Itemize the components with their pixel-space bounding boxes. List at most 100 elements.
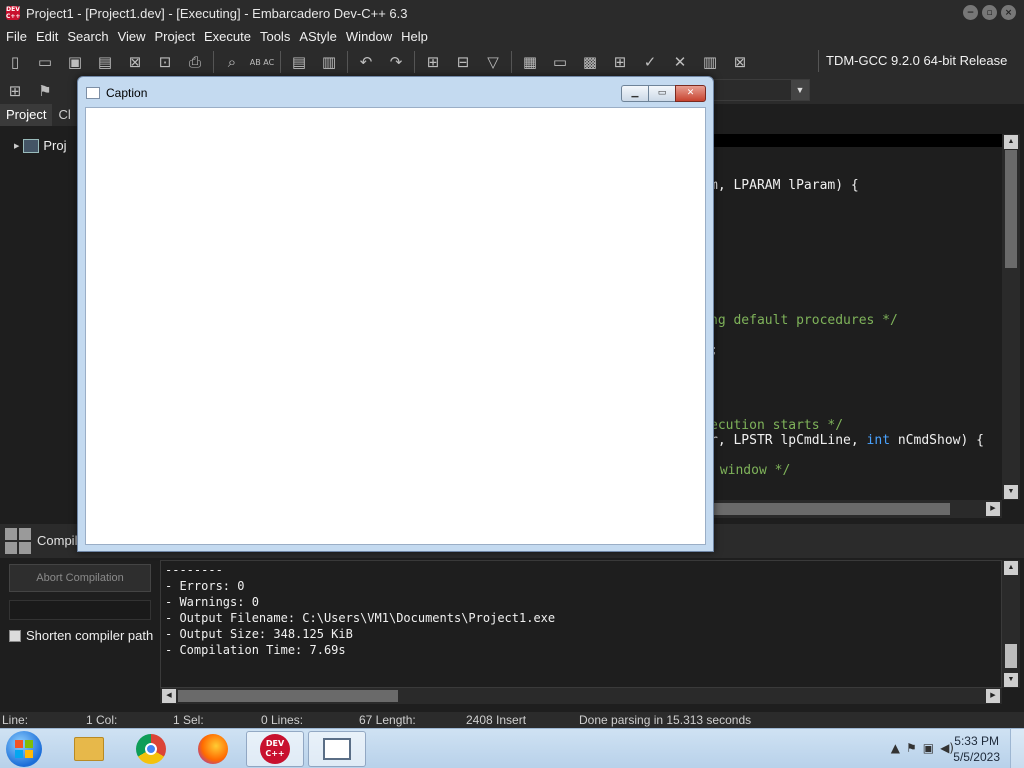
profile-icon[interactable]: ▥ <box>697 50 723 74</box>
indent-icon[interactable]: ▤ <box>286 50 312 74</box>
log-horizontal-scrollbar[interactable]: ◀ ▶ <box>160 688 1002 704</box>
shorten-compiler-path-label: Shorten compiler path <box>26 628 154 643</box>
toolbar-separator <box>280 51 281 73</box>
toolbar-separator <box>347 51 348 73</box>
scroll-right-icon[interactable]: ▶ <box>986 502 1000 516</box>
close-file-icon[interactable]: ⊠ <box>122 50 148 74</box>
scroll-thumb[interactable] <box>1005 150 1017 268</box>
start-button[interactable] <box>6 731 42 767</box>
compile-run-icon[interactable]: ▩ <box>577 50 603 74</box>
compile-icon[interactable]: ▦ <box>517 50 543 74</box>
window-title: Project1 - [Project1.dev] - [Executing] … <box>26 5 408 21</box>
find-icon[interactable]: ⌕ <box>219 50 245 74</box>
tab-project[interactable]: Project <box>0 104 53 126</box>
status-message: Done parsing in 15.313 seconds <box>579 713 752 727</box>
compile-log[interactable]: -------- - Errors: 0 - Warnings: 0 - Out… <box>160 560 1002 688</box>
abort-compilation-button[interactable]: Abort Compilation <box>9 564 151 592</box>
new-file-icon[interactable]: ▯ <box>2 50 28 74</box>
menu-edit[interactable]: Edit <box>35 29 66 44</box>
scroll-up-icon[interactable]: ▲ <box>1004 561 1018 575</box>
save-all-icon[interactable]: ▤ <box>92 50 118 74</box>
show-hidden-icons-icon[interactable]: ▲ <box>891 741 900 755</box>
abort-icon[interactable]: ✕ <box>667 50 693 74</box>
editor-vertical-scrollbar[interactable]: ▲ ▼ <box>1002 134 1020 500</box>
goto-icon[interactable]: ⊞ <box>2 79 28 103</box>
menu-astyle[interactable]: AStyle <box>298 29 345 44</box>
unindent-icon[interactable]: ▥ <box>316 50 342 74</box>
scroll-thumb[interactable] <box>1005 644 1017 668</box>
run-icon[interactable]: ▭ <box>547 50 573 74</box>
code-keyword: int <box>866 433 891 448</box>
taskbar-explorer[interactable] <box>60 731 118 767</box>
taskbar-devcpp[interactable]: DEV C++ <box>246 731 304 767</box>
window-icon <box>86 87 100 99</box>
checkbox-icon[interactable] <box>9 629 21 642</box>
caption-window[interactable]: Caption ▁ ▭ ✕ <box>77 76 714 552</box>
menu-tools[interactable]: Tools <box>259 29 298 44</box>
new-project-icon[interactable]: ⊞ <box>420 50 446 74</box>
save-icon[interactable]: ▣ <box>62 50 88 74</box>
menu-window[interactable]: Window <box>345 29 400 44</box>
taskbar: DEV C++ ▲ ⚑ ▣ ◀) 5:33 PM 5/5/2023 <box>0 728 1024 768</box>
minimize-icon[interactable]: ▁ <box>621 85 648 102</box>
print-icon[interactable]: ⎙ <box>182 50 208 74</box>
scroll-right-icon[interactable]: ▶ <box>986 689 1000 703</box>
log-line: - Compilation Time: 7.69s <box>165 643 346 657</box>
compile-log-tab[interactable]: Compil <box>37 533 77 548</box>
devcpp-app-icon: DEV C++ <box>6 6 21 20</box>
expand-arrow-icon[interactable]: ▶ <box>14 142 19 150</box>
status-bar: Line: 1 Col: 1 Sel: 0 Lines: 67 Length: … <box>0 712 1024 728</box>
close-all-icon[interactable]: ⊡ <box>152 50 178 74</box>
maximize-icon[interactable]: ▭ <box>648 85 675 102</box>
scroll-thumb[interactable] <box>178 690 398 702</box>
compiler-select[interactable]: TDM-GCC 9.2.0 64-bit Release <box>818 50 1018 72</box>
scroll-left-icon[interactable]: ◀ <box>162 689 176 703</box>
close-icon[interactable]: × <box>1001 5 1016 20</box>
rebuild-all-icon[interactable]: ⊞ <box>607 50 633 74</box>
code-line: m, LPARAM lParam) { <box>710 178 859 193</box>
log-vertical-scrollbar[interactable]: ▲ ▼ <box>1002 560 1020 688</box>
redo-icon[interactable]: ↷ <box>383 50 409 74</box>
scroll-down-icon[interactable]: ▼ <box>1004 673 1018 687</box>
caption-window-client-area[interactable] <box>85 107 706 545</box>
menu-help[interactable]: Help <box>400 29 436 44</box>
undo-icon[interactable]: ↶ <box>353 50 379 74</box>
scroll-down-icon[interactable]: ▼ <box>1004 485 1018 499</box>
close-icon[interactable]: ✕ <box>675 85 706 102</box>
action-center-icon[interactable]: ⚑ <box>906 741 917 755</box>
tab-classes[interactable]: Cl <box>52 104 76 126</box>
window-icon <box>323 738 351 760</box>
network-icon[interactable]: ▣ <box>923 741 934 755</box>
project-options-icon[interactable]: ▽ <box>480 50 506 74</box>
compile-log-icon[interactable] <box>5 528 31 554</box>
shorten-compiler-path-checkbox[interactable]: Shorten compiler path <box>9 628 153 643</box>
clock[interactable]: 5:33 PM 5/5/2023 <box>953 733 1000 765</box>
open-folder-icon[interactable]: ▭ <box>32 50 58 74</box>
show-desktop-button[interactable] <box>1010 729 1024 768</box>
replace-icon[interactable]: AB AC <box>249 50 275 74</box>
bookmark-icon[interactable]: ⚑ <box>32 79 58 103</box>
menu-project[interactable]: Project <box>154 29 203 44</box>
clean-icon[interactable]: ⊠ <box>727 50 753 74</box>
log-line: -------- <box>165 563 223 577</box>
menu-search[interactable]: Search <box>66 29 116 44</box>
taskbar-chrome[interactable] <box>122 731 180 767</box>
taskbar-caption-window[interactable] <box>308 731 366 767</box>
scroll-up-icon[interactable]: ▲ <box>1004 135 1018 149</box>
menu-execute[interactable]: Execute <box>203 29 259 44</box>
chevron-down-icon[interactable]: ▼ <box>791 80 809 100</box>
volume-icon[interactable]: ◀) <box>940 741 954 755</box>
check-syntax-icon[interactable]: ✓ <box>637 50 663 74</box>
code-line: r, LPSTR lpCmdLine, int nCmdShow) { <box>710 433 984 448</box>
restore-icon[interactable]: ▫ <box>982 5 997 20</box>
taskbar-firefox[interactable] <box>184 731 242 767</box>
windows-logo-icon <box>15 740 33 758</box>
minimize-icon[interactable]: − <box>963 5 978 20</box>
folder-icon <box>74 737 104 761</box>
remove-from-project-icon[interactable]: ⊟ <box>450 50 476 74</box>
menu-file[interactable]: File <box>5 29 35 44</box>
caption-window-titlebar[interactable]: Caption ▁ ▭ ✕ <box>78 77 713 107</box>
menu-view[interactable]: View <box>117 29 154 44</box>
project-tree-item[interactable]: ▶ Proj <box>14 138 67 153</box>
scroll-thumb[interactable] <box>690 503 950 515</box>
